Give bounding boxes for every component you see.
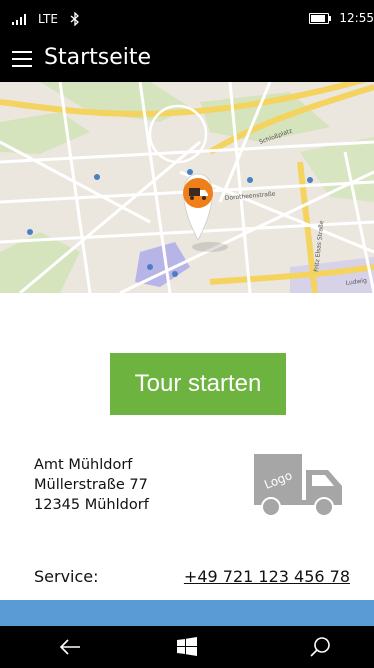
company-street: Müllerstraße 77 xyxy=(34,477,148,493)
battery-icon xyxy=(309,12,332,24)
bottom-panel xyxy=(0,600,374,626)
clock: 12:55 xyxy=(339,11,374,25)
service-phone-link[interactable]: +49 721 123 456 78 xyxy=(184,567,350,586)
company-city: 12345 Mühldorf xyxy=(34,497,149,513)
windows-logo-icon[interactable] xyxy=(157,626,217,668)
status-bar: LTE 12:55 xyxy=(0,0,374,36)
network-type: LTE xyxy=(38,12,58,26)
status-left: LTE xyxy=(12,12,80,26)
company-name: Amt Mühldorf xyxy=(34,457,133,473)
hamburger-icon[interactable] xyxy=(12,51,32,67)
tour-start-button[interactable]: Tour starten xyxy=(110,353,286,415)
page-title: Startseite xyxy=(44,45,152,70)
search-icon[interactable] xyxy=(290,626,350,668)
signal-icon xyxy=(12,13,26,25)
status-right: 12:55 xyxy=(309,11,374,25)
truck-logo-icon: Logo xyxy=(254,454,342,517)
system-navbar xyxy=(0,626,374,668)
back-arrow-icon[interactable] xyxy=(40,626,100,668)
bluetooth-icon xyxy=(70,12,79,26)
map-canvas: Schloßplatz Ludwig Fritz Elsas Straße Do… xyxy=(0,82,374,293)
service-label: Service: xyxy=(34,567,99,586)
app-header: Startseite xyxy=(0,36,374,82)
map-view[interactable]: Schloßplatz Ludwig Fritz Elsas Straße Do… xyxy=(0,82,374,293)
company-address: Amt Mühldorf Müllerstraße 77 12345 Mühld… xyxy=(34,455,149,515)
